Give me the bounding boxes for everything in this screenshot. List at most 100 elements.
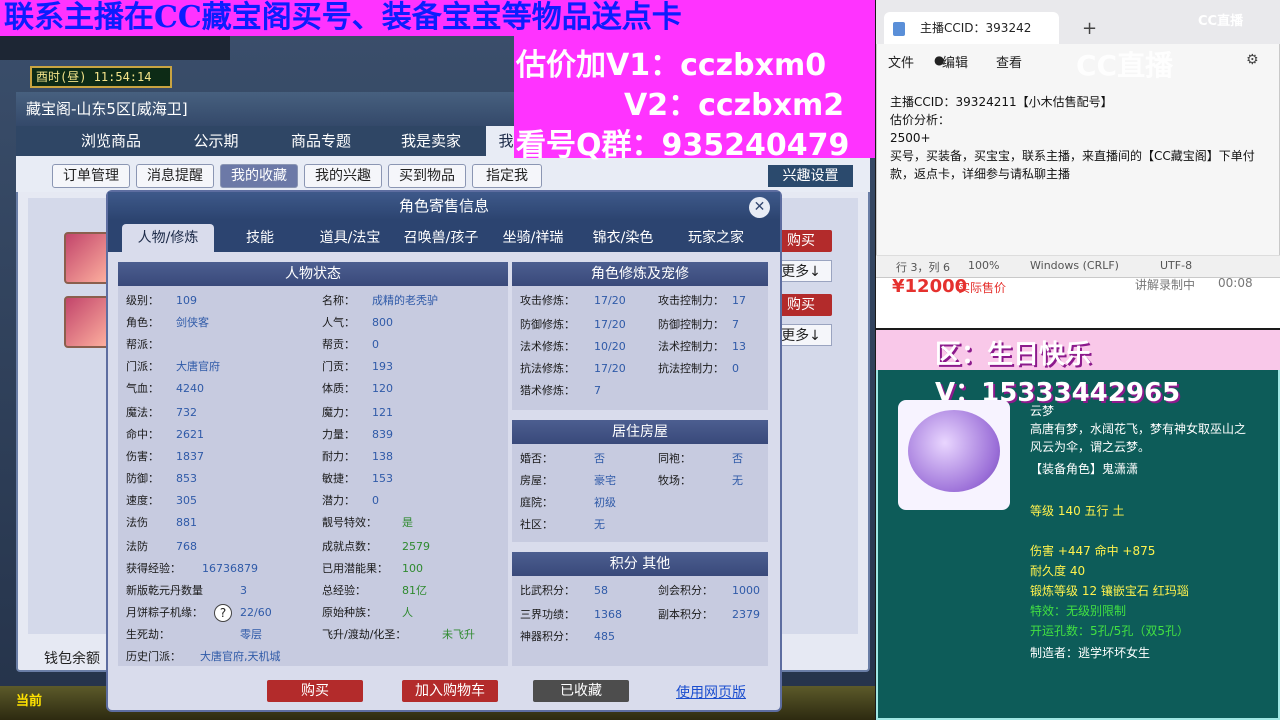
status-line-ending: Windows (CRLF)	[1030, 259, 1119, 272]
settings-gear-icon[interactable]: ⚙	[1246, 52, 1259, 68]
stat-label: 获得经验：	[126, 562, 181, 575]
item-effect: 特效：无级别限制	[1030, 604, 1127, 618]
tab-mounts[interactable]: 坐骑/祥瑞	[492, 224, 574, 252]
stat-value: 零层	[240, 628, 262, 641]
stat-value: 100	[402, 562, 423, 575]
stat-value: 1837	[176, 450, 204, 463]
collected-button[interactable]: 已收藏	[533, 680, 629, 702]
tab-browse[interactable]: 浏览商品	[56, 126, 166, 156]
cultivation-value2: 13	[732, 340, 746, 353]
buy-button[interactable]: 购买	[267, 680, 363, 702]
close-icon[interactable]: ✕	[749, 197, 770, 218]
subtab-orders[interactable]: 订单管理	[52, 164, 130, 188]
stat-value: 121	[372, 406, 393, 419]
subtab-favorites[interactable]: 我的收藏	[220, 164, 298, 188]
tab-seller[interactable]: 我是卖家	[381, 126, 481, 156]
stat-value: 未飞升	[442, 628, 475, 641]
tab-outfits[interactable]: 锦衣/染色	[582, 224, 664, 252]
subtab-messages[interactable]: 消息提醒	[136, 164, 214, 188]
subtab-bought[interactable]: 买到物品	[388, 164, 466, 188]
recording-time: 00:08	[1218, 276, 1253, 290]
menu-view[interactable]: 查看	[996, 52, 1022, 71]
current-channel-label[interactable]: 当前	[16, 690, 42, 709]
notepad-text[interactable]: 主播CCID：39324211【小木估售配号】 估价分析： 2500+ 买号，买…	[890, 93, 1270, 183]
status-position: 行 3，列 6	[896, 261, 950, 274]
interest-settings-button[interactable]: 兴趣设置	[768, 165, 853, 187]
price-sub-label: 实际售价	[958, 281, 1007, 295]
stat-label: 飞升/渡劫/化圣：	[322, 628, 407, 641]
cultivation-value2: 7	[732, 318, 739, 331]
stat-label: 气血：	[126, 382, 159, 395]
subtab-interests[interactable]: 我的兴趣	[304, 164, 382, 188]
menu-edit[interactable]: 编辑	[942, 52, 968, 71]
tab-skills[interactable]: 技能	[220, 224, 300, 252]
stat-value: 138	[372, 450, 393, 463]
stat-label: 历史门派：	[126, 650, 181, 663]
points-label2: 剑会积分：	[658, 584, 713, 597]
item-durability: 耐久度 40	[1030, 564, 1086, 578]
house-value: 初级	[594, 496, 616, 509]
points-label2: 副本积分：	[658, 608, 713, 621]
stat-value: 0	[372, 494, 379, 507]
promo-line-3: 看号Q群：935240479	[516, 128, 850, 163]
stat-value: 153	[372, 472, 393, 485]
stat-label: 潜力：	[322, 494, 355, 507]
stat-value: 2579	[402, 540, 430, 553]
house-label: 婚否：	[520, 452, 553, 465]
notepad-tab[interactable]: 主播CCID：393242 ●	[884, 12, 1059, 67]
stat-value: 大唐官府,天机城	[200, 650, 281, 663]
cultivation-label: 防御修炼：	[520, 318, 575, 331]
promo-box: 估价加V1：cczbxm0 V2：cczbxm2 看号Q群：935240479	[514, 36, 875, 163]
house-panel-head: 居住房屋	[512, 420, 768, 444]
tab-public[interactable]: 公示期	[171, 126, 261, 156]
help-icon[interactable]: ?	[214, 604, 232, 622]
points-label: 比武积分：	[520, 584, 575, 597]
stat-label: 门贡：	[322, 360, 355, 373]
cultivation-label2: 攻击控制力：	[658, 294, 724, 307]
cultivation-label2: 防御控制力：	[658, 318, 724, 331]
stat-label: 魔力：	[322, 406, 355, 419]
tab-topics[interactable]: 商品专题	[271, 126, 371, 156]
house-value: 否	[594, 452, 605, 465]
stat-value: 人	[402, 606, 413, 619]
cultivation-label: 攻击修炼：	[520, 294, 575, 307]
stat-label: 新版乾元丹数量	[126, 584, 203, 597]
stat-label: 防御：	[126, 472, 159, 485]
stat-value: 120	[372, 382, 393, 395]
web-version-link[interactable]: 使用网页版	[676, 682, 746, 702]
cultivation-label: 抗法修炼：	[520, 362, 575, 375]
stat-value: 81亿	[402, 584, 427, 597]
game-top-bar	[0, 36, 230, 60]
item-forge: 锻炼等级 12 镶嵌宝石 红玛瑙	[1030, 584, 1189, 598]
menu-file[interactable]: 文件	[888, 52, 914, 71]
cultivation-value: 17/20	[594, 318, 626, 331]
stat-value: 732	[176, 406, 197, 419]
house-label: 房屋：	[520, 474, 553, 487]
stat-value: 768	[176, 540, 197, 553]
cultivation-label: 猎术修炼：	[520, 384, 575, 397]
subtab-assigned[interactable]: 指定我	[472, 164, 542, 188]
tab-character[interactable]: 人物/修炼	[122, 224, 214, 252]
points-label: 神器积分：	[520, 630, 575, 643]
points-panel-head: 积分 其他	[512, 552, 768, 576]
tab-home[interactable]: 玩家之家	[674, 224, 758, 252]
stat-label: 月饼粽子机缘：	[126, 606, 203, 619]
new-tab-button[interactable]: +	[1082, 18, 1097, 39]
stat-label: 法伤	[126, 516, 148, 529]
points-label: 三界功绩：	[520, 608, 575, 621]
status-encoding: UTF-8	[1160, 259, 1193, 272]
stat-label: 体质：	[322, 382, 355, 395]
stat-label: 原始种族：	[322, 606, 377, 619]
stat-value: 4240	[176, 382, 204, 395]
points-value2: 1000	[732, 584, 760, 597]
dialog-tabs: 人物/修炼 技能 道具/法宝 召唤兽/孩子 坐骑/祥瑞 锦衣/染色 玩家之家	[108, 220, 780, 252]
tab-items[interactable]: 道具/法宝	[308, 224, 392, 252]
tab-pets[interactable]: 召唤兽/孩子	[396, 224, 486, 252]
stat-label: 耐力：	[322, 450, 355, 463]
stat-label: 伤害：	[126, 450, 159, 463]
stat-value: 16736879	[202, 562, 258, 575]
points-value2: 2379	[732, 608, 760, 621]
price-label: ¥12000	[892, 276, 968, 297]
add-to-cart-button[interactable]: 加入购物车	[402, 680, 498, 702]
promo-line-1: 估价加V1：cczbxm0	[516, 48, 827, 83]
